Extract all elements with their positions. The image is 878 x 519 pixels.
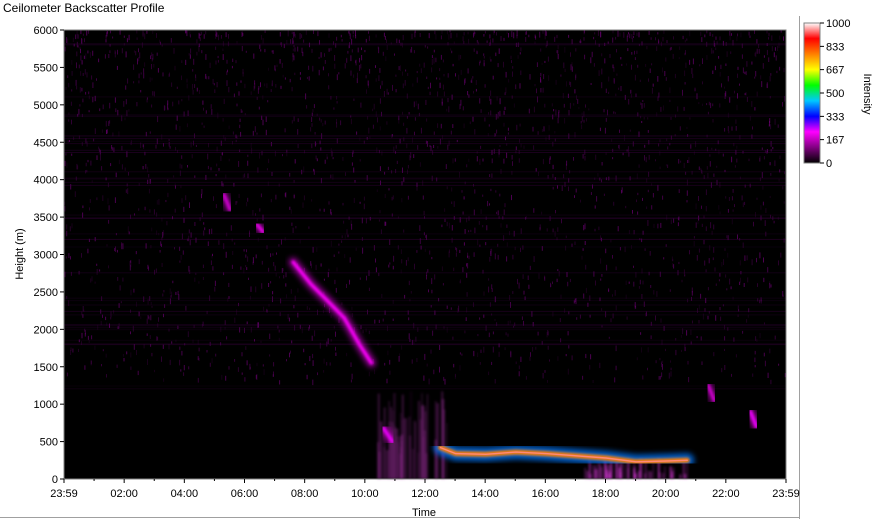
late-streak-2	[745, 407, 761, 432]
y-tick-label: 6000	[34, 25, 58, 37]
y-tick-label: 1000	[34, 399, 58, 411]
colorbar-scale	[803, 22, 821, 164]
streak-2	[252, 220, 268, 237]
x-tick-label: 08:00	[291, 488, 319, 500]
colorbar-tick-label: 1000	[826, 18, 850, 30]
late-streak	[703, 381, 719, 405]
x-axis-label: Time	[412, 507, 436, 519]
y-tick-label: 2500	[34, 287, 58, 299]
y-tick-label: 500	[40, 437, 58, 449]
colorbar-tick-label: 167	[826, 135, 844, 147]
colorbar-tick-label: 500	[826, 88, 844, 100]
y-tick-label: 0	[52, 474, 58, 486]
y-tick-label: 3500	[34, 212, 58, 224]
x-tick-label: 06:00	[231, 488, 259, 500]
colorbar-tick-label: 333	[826, 111, 844, 123]
backscatter-chart: 0500100015002000250030003500400045005000…	[14, 18, 873, 519]
x-tick-label: 18:00	[592, 488, 620, 500]
y-tick-label: 1500	[34, 362, 58, 374]
x-tick-label: 14:00	[471, 488, 499, 500]
x-tick-label: 10:00	[351, 488, 379, 500]
y-tick-label: 4000	[34, 175, 58, 187]
y-tick-label: 4500	[34, 137, 58, 149]
colorbar-tick-label: 667	[826, 65, 844, 77]
x-tick-label: 20:00	[652, 488, 680, 500]
streak-1	[219, 190, 235, 215]
colorbar-tick-label: 833	[826, 41, 844, 53]
colorbar-label: Intensity	[861, 74, 873, 115]
x-tick-label: 02:00	[110, 488, 138, 500]
y-tick-label: 3000	[34, 250, 58, 262]
colorbar: 0 167 333 500 667 833 1000	[803, 18, 850, 170]
y-axis-label: Height (m)	[14, 228, 26, 279]
x-tick-label: 04:00	[171, 488, 199, 500]
x-tick-label: 16:00	[532, 488, 560, 500]
y-tick-label: 2000	[34, 324, 58, 336]
x-tick-label: 23:59	[772, 488, 800, 500]
x-tick-label: 22:00	[712, 488, 740, 500]
colorbar-tick-label: 0	[826, 158, 832, 170]
y-tick-label: 5000	[34, 100, 58, 112]
x-tick-label: 12:00	[411, 488, 439, 500]
x-tick-label: 23:59	[50, 488, 78, 500]
y-tick-label: 5500	[34, 62, 58, 74]
